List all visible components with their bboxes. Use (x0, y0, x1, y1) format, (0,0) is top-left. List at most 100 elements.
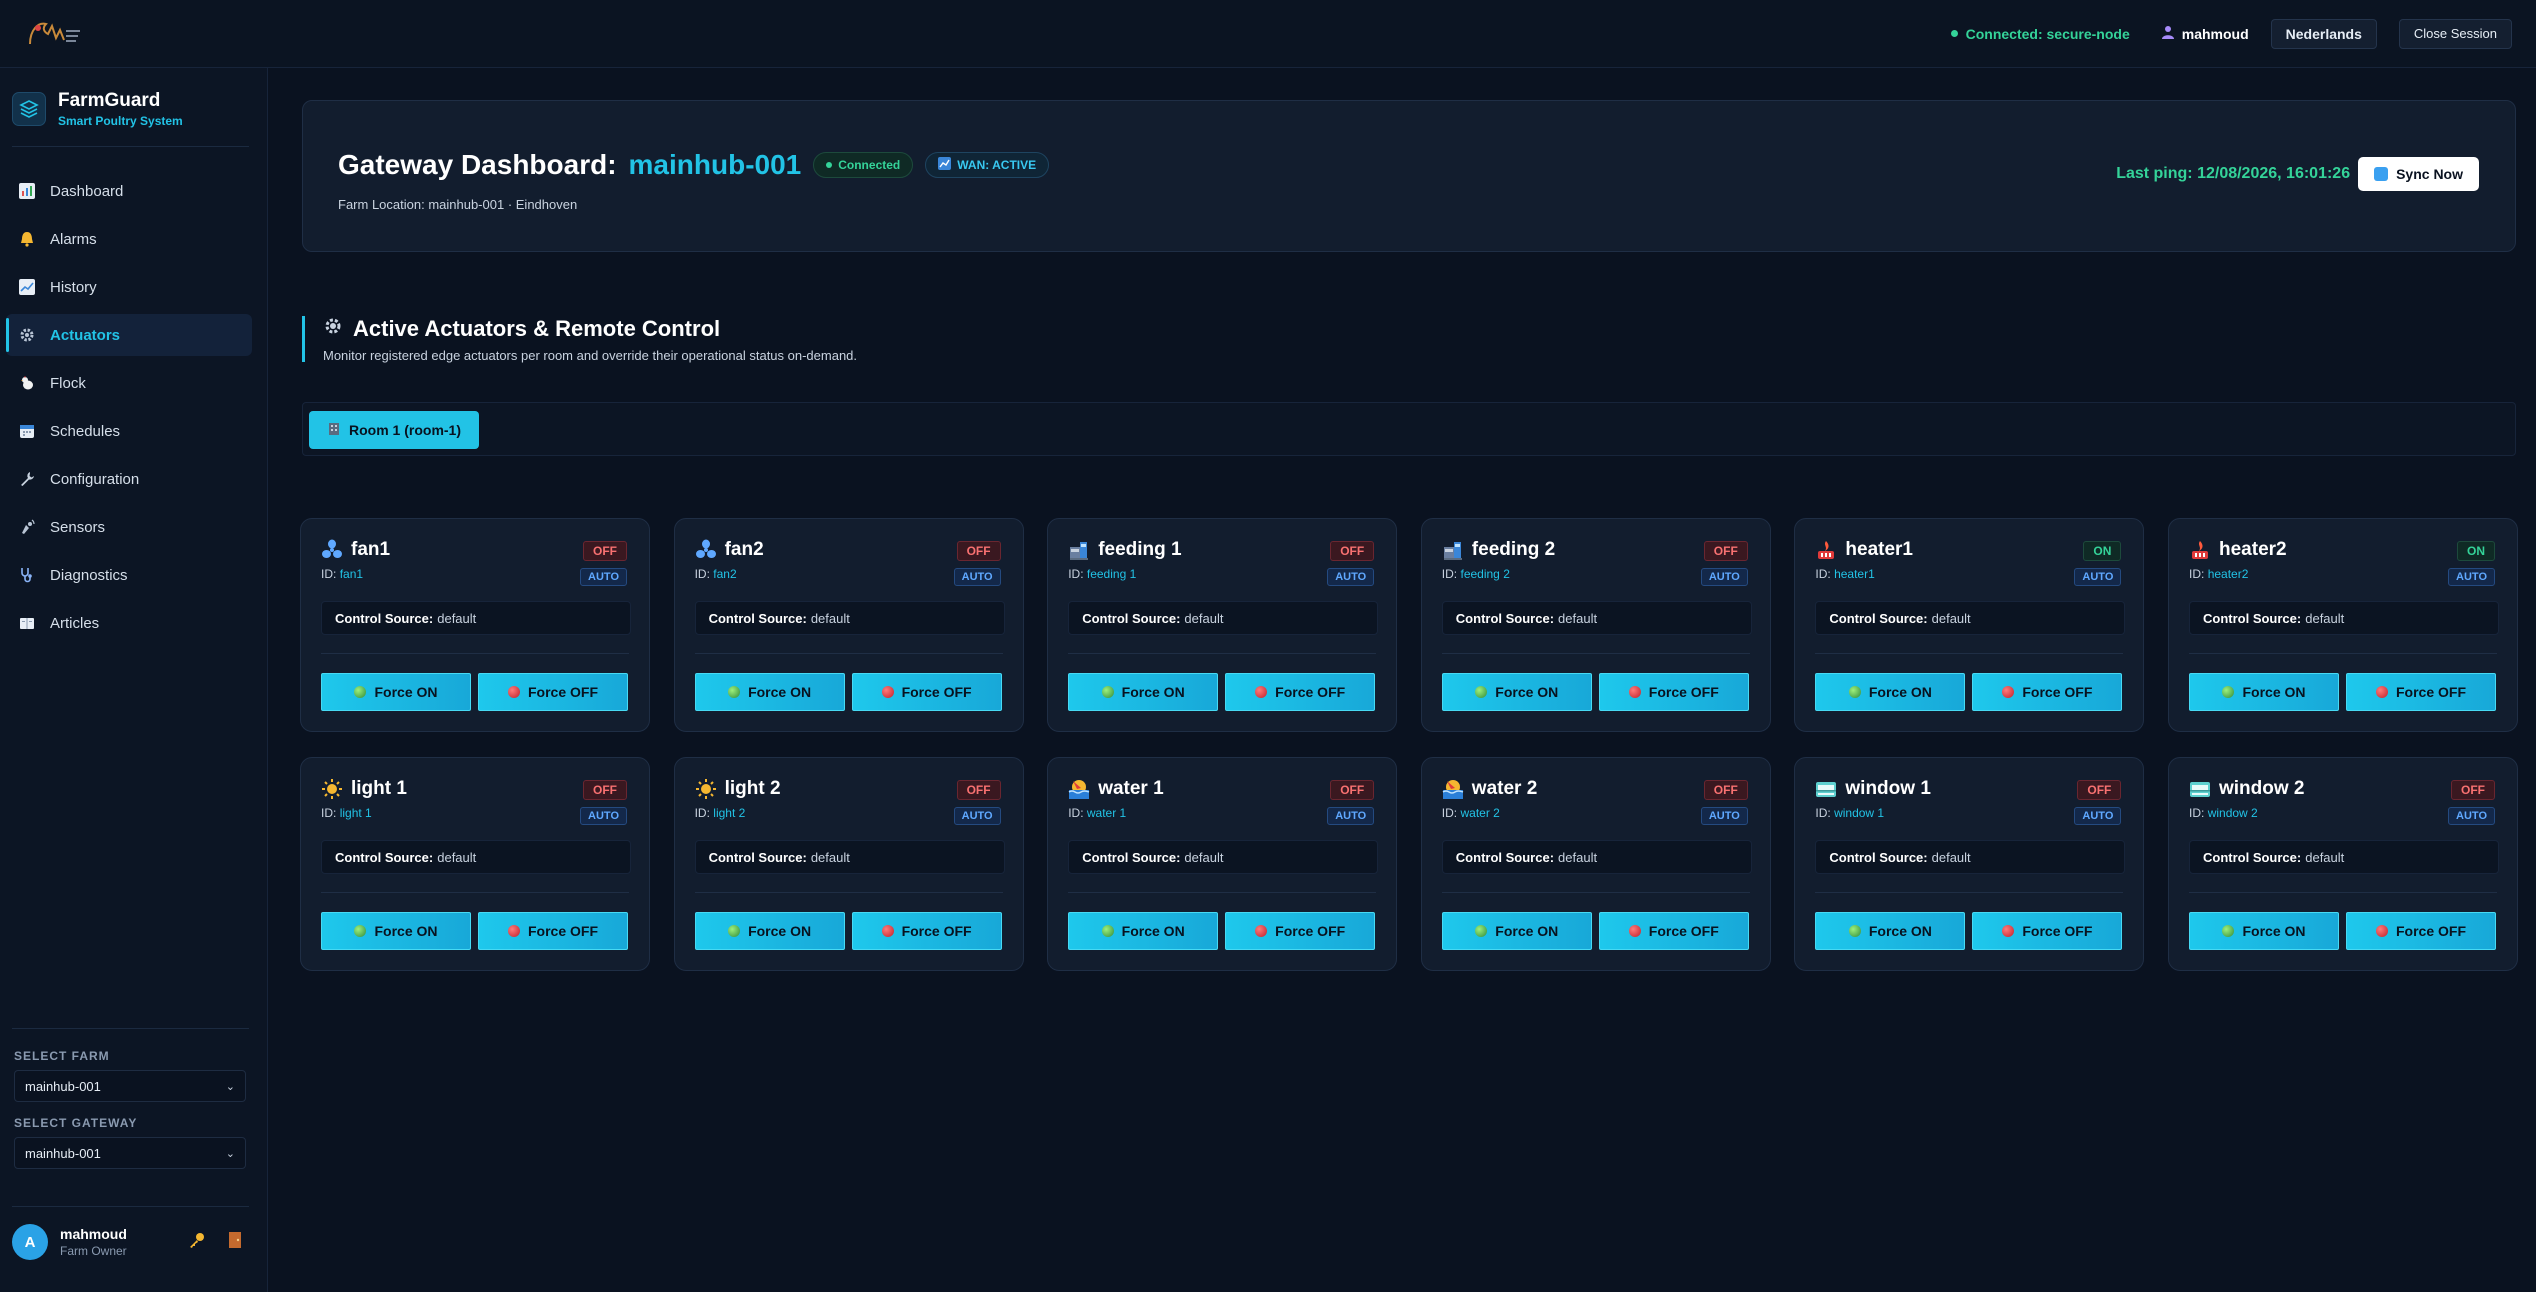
sidebar-item-label: Configuration (50, 470, 140, 488)
state-badge: OFF (583, 541, 627, 561)
status-dot-icon (826, 162, 833, 168)
actuator-name: fan2 (724, 539, 764, 560)
actuator-name: light 1 (351, 778, 407, 799)
force-on-button[interactable]: Force ON (1441, 673, 1592, 711)
force-off-button[interactable]: Force OFF (1598, 673, 1749, 711)
logout-door-icon[interactable] (228, 1231, 242, 1254)
avatar[interactable]: A (12, 1224, 48, 1260)
force-off-button[interactable]: Force OFF (851, 912, 1002, 950)
bell-icon (18, 230, 36, 248)
force-on-button[interactable]: Force ON (321, 912, 471, 950)
actuator-name: fan1 (351, 539, 391, 560)
fan-icon (321, 539, 343, 561)
force-on-button[interactable]: Force ON (1815, 912, 1966, 950)
select-farm-value: mainhub-001 (25, 1078, 101, 1094)
state-badge: ON (2457, 541, 2495, 561)
sidebar-item-dashboard[interactable]: Dashboard (6, 170, 252, 212)
language-button[interactable]: Nederlands (2270, 18, 2377, 49)
actuator-id: ID: fan1 (321, 567, 364, 581)
gear-icon (323, 316, 343, 342)
sidebar-item-sensors[interactable]: Sensors (6, 506, 252, 548)
tab-room-1[interactable]: Room 1 (room-1) (309, 411, 479, 449)
actuator-card: light 2 ID: light 2 OFF AUTO Control Source:… (673, 757, 1024, 971)
divider (1815, 892, 2124, 893)
force-on-button[interactable]: Force ON (694, 912, 845, 950)
user-icon (2161, 25, 2174, 42)
mode-badge: AUTO (1327, 807, 1375, 825)
force-off-button[interactable]: Force OFF (478, 912, 628, 950)
force-on-button[interactable]: Force ON (1068, 673, 1219, 711)
mode-badge: AUTO (1327, 568, 1375, 586)
close-session-button[interactable]: Close Session (2398, 18, 2512, 49)
force-on-button[interactable]: Force ON (2189, 673, 2339, 711)
actuator-id: ID: window 2 (2189, 806, 2258, 820)
green-circle-icon (1101, 925, 1114, 937)
red-circle-icon (2375, 686, 2388, 698)
control-source: Control Source: default (694, 601, 1005, 635)
actuator-name: light 2 (724, 778, 781, 799)
trend-icon (18, 278, 36, 296)
sidebar-item-configuration[interactable]: Configuration (6, 458, 252, 500)
actuator-id: ID: feeding 1 (1068, 567, 1137, 581)
force-off-button[interactable]: Force OFF (2346, 673, 2496, 711)
mode-badge: AUTO (2448, 807, 2495, 825)
red-circle-icon (507, 686, 520, 698)
actuator-card: heater1 ID: heater1 ON AUTO Control Source: d… (1794, 518, 2145, 732)
select-farm-dropdown[interactable]: mainhub-001 ⌄ (14, 1070, 246, 1102)
force-on-button[interactable]: Force ON (1815, 673, 1966, 711)
mode-badge: AUTO (2074, 807, 2122, 825)
force-off-button[interactable]: Force OFF (2346, 912, 2496, 950)
force-off-button[interactable]: Force OFF (851, 673, 1002, 711)
actuator-card: fan1 ID: fan1 OFF AUTO Control Source: defaul… (300, 518, 650, 732)
brand[interactable]: FarmGuard Smart Poultry System (12, 90, 183, 128)
rooster-logo-icon (29, 22, 80, 44)
control-source: Control Source: default (1815, 840, 2126, 874)
divider (1815, 653, 2124, 654)
force-on-button[interactable]: Force ON (1068, 912, 1219, 950)
force-off-button[interactable]: Force OFF (1972, 673, 2123, 711)
green-circle-icon (1475, 925, 1488, 937)
force-on-button[interactable]: Force ON (2189, 912, 2339, 950)
chart-icon (18, 182, 36, 200)
actuator-card: window 2 ID: window 2 OFF AUTO Control Sourc… (2168, 757, 2518, 971)
force-off-button[interactable]: Force OFF (478, 673, 628, 711)
app-logo[interactable] (24, 14, 84, 54)
force-on-button[interactable]: Force ON (694, 673, 845, 711)
force-off-button[interactable]: Force OFF (1225, 673, 1376, 711)
key-icon[interactable] (188, 1231, 206, 1254)
green-circle-icon (728, 686, 741, 698)
sidebar-item-schedules[interactable]: Schedules (6, 410, 252, 452)
force-on-button[interactable]: Force ON (321, 673, 471, 711)
sync-now-button[interactable]: Sync Now (2358, 157, 2479, 191)
divider (12, 1206, 249, 1207)
sidebar-item-flock[interactable]: Flock (6, 362, 252, 404)
force-off-button[interactable]: Force OFF (1972, 912, 2123, 950)
window-icon (2189, 778, 2211, 800)
green-circle-icon (354, 686, 367, 698)
force-off-button[interactable]: Force OFF (1225, 912, 1376, 950)
control-source: Control Source: default (2189, 601, 2499, 635)
sidebar-item-label: Flock (50, 374, 86, 392)
sidebar-item-actuators[interactable]: Actuators (6, 314, 252, 356)
select-gateway-dropdown[interactable]: mainhub-001 ⌄ (14, 1137, 246, 1169)
force-off-button[interactable]: Force OFF (1598, 912, 1749, 950)
control-source: Control Source: default (2189, 840, 2499, 874)
red-circle-icon (2002, 925, 2015, 937)
state-badge: OFF (1330, 541, 1375, 561)
sidebar-item-label: Actuators (50, 326, 121, 344)
sidebar-item-label: Diagnostics (50, 566, 128, 584)
water-icon (1442, 778, 1464, 800)
status-dot-icon (1950, 30, 1958, 37)
sidebar-item-alarms[interactable]: Alarms (6, 218, 252, 260)
sidebar-item-articles[interactable]: Articles (6, 602, 252, 644)
green-circle-icon (728, 925, 741, 937)
sidebar-item-history[interactable]: History (6, 266, 252, 308)
state-badge: OFF (1703, 780, 1748, 800)
layers-icon (12, 92, 46, 126)
control-source: Control Source: default (694, 840, 1005, 874)
force-on-button[interactable]: Force ON (1441, 912, 1592, 950)
mode-badge: AUTO (953, 807, 1001, 825)
mode-badge: AUTO (2448, 568, 2495, 586)
sidebar-item-diagnostics[interactable]: Diagnostics (6, 554, 252, 596)
sun-icon (321, 778, 343, 800)
